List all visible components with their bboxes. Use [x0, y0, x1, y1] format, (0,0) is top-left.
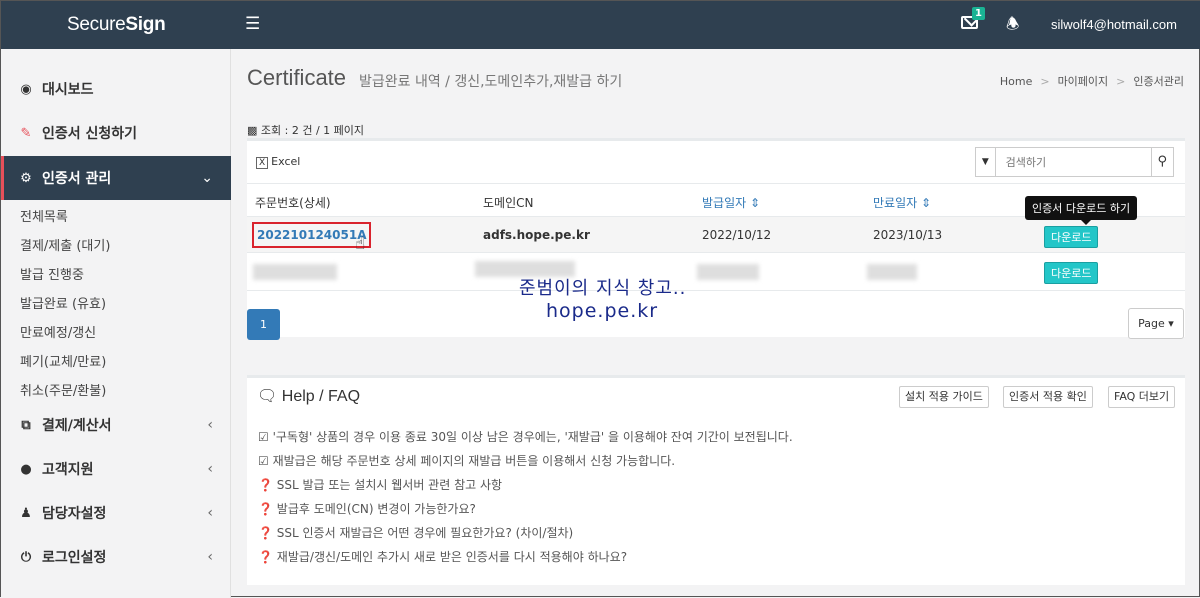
page-title: Certificate: [247, 65, 347, 90]
breadcrumb: Home > 마이페이지 > 인증서관리: [999, 75, 1184, 88]
faq-item[interactable]: ❓ SSL 발급 또는 설치시 웹서버 관련 참고 사항: [258, 476, 502, 493]
chevron-left-icon: ‹: [207, 549, 213, 565]
sidebar-item-apply[interactable]: ✎ 인증서 신청하기: [1, 111, 231, 155]
breadcrumb-home[interactable]: Home: [1000, 75, 1032, 88]
chevron-left-icon: ‹: [207, 417, 213, 433]
check-square-icon: ☑: [258, 454, 269, 468]
download-button[interactable]: 다운로드: [1044, 226, 1099, 248]
sidebar-item-support[interactable]: ● 고객지원 ‹: [1, 447, 231, 491]
issued-date-cell: 2022/10/12: [702, 228, 772, 242]
excel-icon: X: [256, 157, 269, 169]
sidebar-subitem-pending[interactable]: 결제/제출 (대기): [20, 235, 110, 254]
watermark-line1: 준범이의 지식 창고..: [519, 278, 687, 299]
table-row: 다운로드: [247, 253, 1185, 291]
faq-item[interactable]: ❓ 발급후 도메인(CN) 변경이 가능한가요?: [258, 500, 476, 517]
sort-icon: ⇕: [921, 196, 932, 210]
page-size-dropdown[interactable]: Page ▾: [1128, 308, 1184, 339]
main-content: Certificate 발급완료 내역 / 갱신,도메인추가,재발급 하기 Ho…: [231, 49, 1200, 598]
sidebar-subitem-expiring[interactable]: 만료예정/갱신: [20, 322, 96, 341]
order-number-link[interactable]: 202210124051A: [252, 222, 372, 248]
page-subtitle: 발급완료 내역 / 갱신,도메인추가,재발급 하기: [359, 74, 623, 90]
sidebar-subitem-revoked[interactable]: 폐기(교체/만료): [20, 351, 106, 370]
mail-count-badge: 1: [972, 7, 985, 20]
help-title: 🗨 Help / FAQ: [257, 388, 361, 405]
sidebar-item-cert-manage[interactable]: ⚙ 인증서 관리 ⌄: [1, 156, 231, 200]
users-icon: ♟: [20, 505, 32, 521]
col-issued-sort[interactable]: 발급일자 ⇕: [702, 194, 760, 211]
faq-item[interactable]: ☑ 재발급은 해당 주문번호 상세 페이지의 재발급 버튼을 이용해서 신청 가…: [258, 452, 675, 469]
sidebar: ◉ 대시보드 ✎ 인증서 신청하기 ⚙ 인증서 관리 ⌄ 전체목록 결제/제출 (대기…: [1, 49, 231, 598]
question-circle-icon: ❓: [258, 502, 273, 516]
faq-more-button[interactable]: FAQ 더보기: [1108, 386, 1176, 408]
breadcrumb-current: 인증서관리: [1133, 75, 1184, 88]
faq-item[interactable]: ❓ 재발급/갱신/도메인 추가시 새로 받은 인증서를 다시 적용해야 하나요?: [258, 548, 627, 565]
sidebar-item-login[interactable]: ⏻ 로그인설정 ‹: [1, 535, 231, 579]
redacted-order: [253, 264, 337, 280]
check-square-icon: ☑: [258, 430, 269, 444]
breadcrumb-mypage[interactable]: 마이페이지: [1058, 75, 1109, 88]
redacted-expires: [867, 264, 917, 280]
download-tooltip: 인증서 다운로드 하기: [1025, 196, 1138, 225]
result-stats: ▩ 조회 : 2 건 / 1 페이지: [247, 124, 365, 137]
comment-icon: 🗨: [257, 388, 278, 405]
certificate-list-panel: XExcel ▼ ⚲ 주문번호(상세) 도메인CN 발급일자 ⇕ 만료일자 ⇕ …: [247, 138, 1185, 337]
search-icon[interactable]: ⚲: [1150, 148, 1173, 176]
col-order: 주문번호(상세): [255, 196, 331, 210]
watermark-line2: hope.pe.kr: [546, 300, 659, 322]
sidebar-subitem-cancelled[interactable]: 취소(주문/환불): [20, 380, 106, 399]
help-faq-panel: 🗨 Help / FAQ 설치 적용 가이드 인증서 적용 확인 FAQ 더보기…: [247, 375, 1185, 585]
chevron-down-icon: ⌄: [201, 170, 213, 186]
chevron-left-icon: ‹: [207, 505, 213, 521]
user-email[interactable]: silwolf4@hotmail.com: [1051, 17, 1177, 32]
question-circle-icon: ❓: [258, 526, 273, 540]
col-domain: 도메인CN: [483, 196, 534, 210]
table-row: 202210124051A adfs.hope.pe.kr 2022/10/12…: [247, 217, 1185, 253]
dashboard-icon: ◉: [20, 81, 32, 97]
sort-icon: ⇕: [750, 196, 761, 210]
chevron-left-icon: ‹: [207, 461, 213, 477]
sidebar-item-dashboard[interactable]: ◉ 대시보드: [1, 67, 231, 111]
cert-check-button[interactable]: 인증서 적용 확인: [1003, 386, 1093, 408]
search-input[interactable]: [995, 148, 1151, 176]
search-filter-dropdown[interactable]: ▼: [976, 148, 996, 176]
menu-toggle-icon[interactable]: ☰: [245, 14, 260, 34]
install-guide-button[interactable]: 설치 적용 가이드: [899, 386, 989, 408]
page-1-button[interactable]: 1: [247, 309, 280, 340]
hand-cursor-icon: ☝: [355, 234, 366, 254]
caret-down-icon: ▾: [1168, 317, 1174, 330]
col-expires-sort[interactable]: 만료일자 ⇕: [873, 194, 931, 211]
excel-export-button[interactable]: X Excel: [256, 155, 300, 169]
download-button[interactable]: 다운로드: [1044, 262, 1099, 284]
top-navbar: SecureSign ☰ 1 🕭 silwolf4@hotmail.com: [1, 1, 1200, 49]
edit-icon: ✎: [20, 125, 32, 141]
faq-item[interactable]: ❓ SSL 인증서 재발급은 어떤 경우에 필요한가요? (차이/절차): [258, 524, 573, 541]
comments-icon: ●: [20, 461, 32, 477]
bar-chart-icon: ▩: [247, 124, 258, 137]
sidebar-subitem-issued[interactable]: 발급완료 (유효): [20, 293, 106, 312]
sidebar-subitem-issuing[interactable]: 발급 진행중: [20, 264, 84, 283]
expires-date-cell: 2023/10/13: [873, 228, 943, 242]
faq-item[interactable]: ☑ '구독형' 상품의 경우 이용 종료 30일 이상 남은 경우에는, '재발…: [258, 428, 793, 445]
sidebar-item-managers[interactable]: ♟ 담당자설정 ‹: [1, 491, 231, 535]
search-group: ▼ ⚲: [975, 147, 1174, 177]
bell-icon[interactable]: 🕭: [1006, 14, 1019, 39]
brand-logo[interactable]: SecureSign: [67, 14, 166, 36]
copy-icon: ⧉: [21, 417, 31, 433]
sidebar-item-billing[interactable]: ⧉ 결제/계산서 ‹: [1, 403, 231, 447]
domain-cell: adfs.hope.pe.kr: [483, 228, 590, 242]
question-circle-icon: ❓: [258, 550, 273, 564]
sidebar-subitem-all[interactable]: 전체목록: [20, 206, 68, 225]
question-circle-icon: ❓: [258, 478, 273, 492]
redacted-issued: [697, 264, 759, 280]
cogs-icon: ⚙: [20, 170, 32, 186]
power-icon: ⏻: [20, 549, 32, 565]
